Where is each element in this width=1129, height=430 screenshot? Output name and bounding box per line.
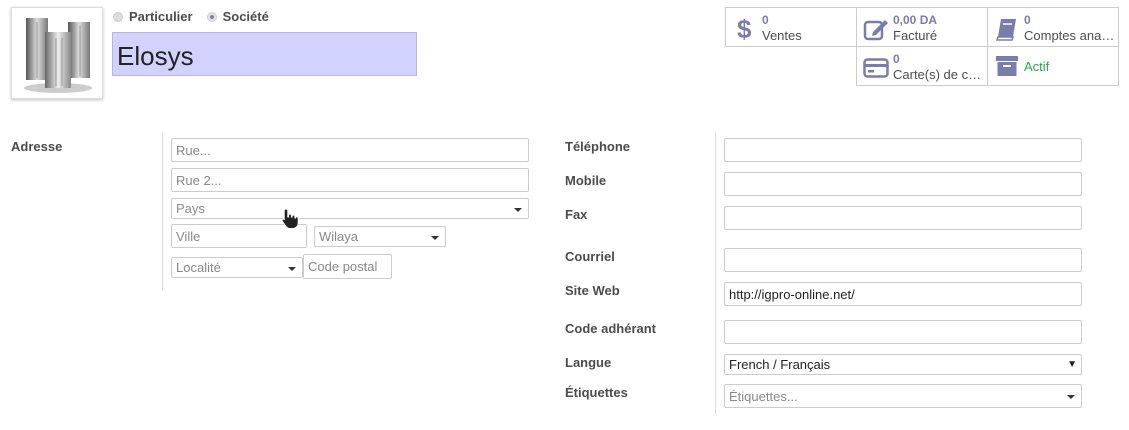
radio-particulier-label: Particulier bbox=[129, 9, 193, 24]
language-label: Langue bbox=[565, 355, 612, 370]
phone-label: Téléphone bbox=[565, 139, 631, 154]
payment-cards-stat-button[interactable]: 0 Carte(s) de c… bbox=[856, 46, 988, 86]
active-toggle-button[interactable]: Actif bbox=[987, 46, 1119, 86]
chevron-down-icon bbox=[514, 207, 522, 212]
email-label: Courriel bbox=[565, 249, 615, 264]
phone-input[interactable] bbox=[724, 138, 1082, 162]
street-input[interactable] bbox=[171, 138, 529, 162]
cards-value: 0 bbox=[893, 52, 900, 66]
language-select[interactable]: French / Français ▼ bbox=[724, 354, 1082, 375]
address-divider bbox=[162, 132, 163, 290]
tags-select[interactable]: Étiquettes... bbox=[724, 384, 1082, 408]
partner-name-input[interactable]: Elosys bbox=[112, 32, 417, 76]
radio-societe-circle[interactable] bbox=[206, 11, 217, 22]
invoiced-stat-button[interactable]: 0,00 DA Facturé bbox=[856, 7, 988, 47]
chevron-down-icon bbox=[288, 266, 296, 271]
archive-icon bbox=[994, 53, 1020, 79]
mobile-input[interactable] bbox=[724, 172, 1082, 196]
fax-label: Fax bbox=[565, 207, 588, 222]
partner-avatar[interactable] bbox=[11, 7, 103, 99]
fax-input[interactable] bbox=[724, 206, 1082, 230]
email-input[interactable] bbox=[724, 248, 1082, 272]
state-placeholder: Wilaya bbox=[319, 229, 359, 244]
invoiced-label: Facturé bbox=[893, 28, 938, 43]
radio-societe-label: Société bbox=[222, 9, 269, 24]
pencil-square-icon bbox=[863, 16, 889, 42]
triangle-down-icon: ▼ bbox=[1067, 359, 1077, 370]
cards-label: Carte(s) de c… bbox=[893, 67, 982, 82]
radio-particulier[interactable]: Particulier bbox=[113, 9, 193, 24]
chevron-down-icon bbox=[1067, 395, 1075, 399]
invoiced-value: 0,00 DA bbox=[893, 13, 938, 27]
locality-placeholder: Localité bbox=[176, 260, 221, 275]
member-code-input[interactable] bbox=[724, 320, 1082, 344]
sales-label: Ventes bbox=[762, 28, 802, 43]
active-label: Actif bbox=[1024, 58, 1050, 74]
country-placeholder: Pays bbox=[176, 201, 205, 216]
country-select[interactable]: Pays bbox=[171, 198, 529, 219]
language-value: French / Français bbox=[729, 357, 831, 372]
credit-card-icon bbox=[863, 55, 889, 81]
tags-label: Étiquettes bbox=[565, 385, 628, 400]
member-code-label: Code adhérant bbox=[565, 321, 657, 336]
zip-input[interactable] bbox=[303, 254, 392, 279]
website-label: Site Web bbox=[565, 283, 620, 298]
analytic-accounts-stat-button[interactable]: 0 Comptes ana… bbox=[987, 7, 1119, 47]
address-label: Adresse bbox=[11, 139, 63, 154]
street2-input[interactable] bbox=[171, 168, 529, 192]
state-select[interactable]: Wilaya bbox=[314, 226, 446, 247]
company-type-radio-group: Particulier Société bbox=[113, 9, 269, 24]
mobile-label: Mobile bbox=[565, 173, 607, 188]
building-icon bbox=[24, 18, 92, 93]
tags-placeholder: Étiquettes... bbox=[729, 388, 798, 404]
chevron-down-icon bbox=[431, 235, 439, 240]
radio-societe[interactable]: Société bbox=[206, 9, 269, 24]
radio-particulier-circle[interactable] bbox=[113, 11, 123, 22]
dollar-icon: $ bbox=[732, 16, 758, 42]
book-icon bbox=[994, 16, 1020, 42]
sales-value: 0 bbox=[762, 13, 769, 27]
analytic-label: Comptes ana… bbox=[1024, 28, 1115, 43]
analytic-value: 0 bbox=[1024, 13, 1031, 27]
hand-cursor-icon bbox=[279, 207, 303, 234]
contact-divider bbox=[715, 132, 716, 414]
locality-select[interactable]: Localité bbox=[171, 257, 303, 278]
website-input[interactable] bbox=[724, 282, 1082, 306]
svg-text:$: $ bbox=[737, 16, 752, 42]
sales-stat-button[interactable]: $ 0 Ventes bbox=[725, 7, 857, 47]
